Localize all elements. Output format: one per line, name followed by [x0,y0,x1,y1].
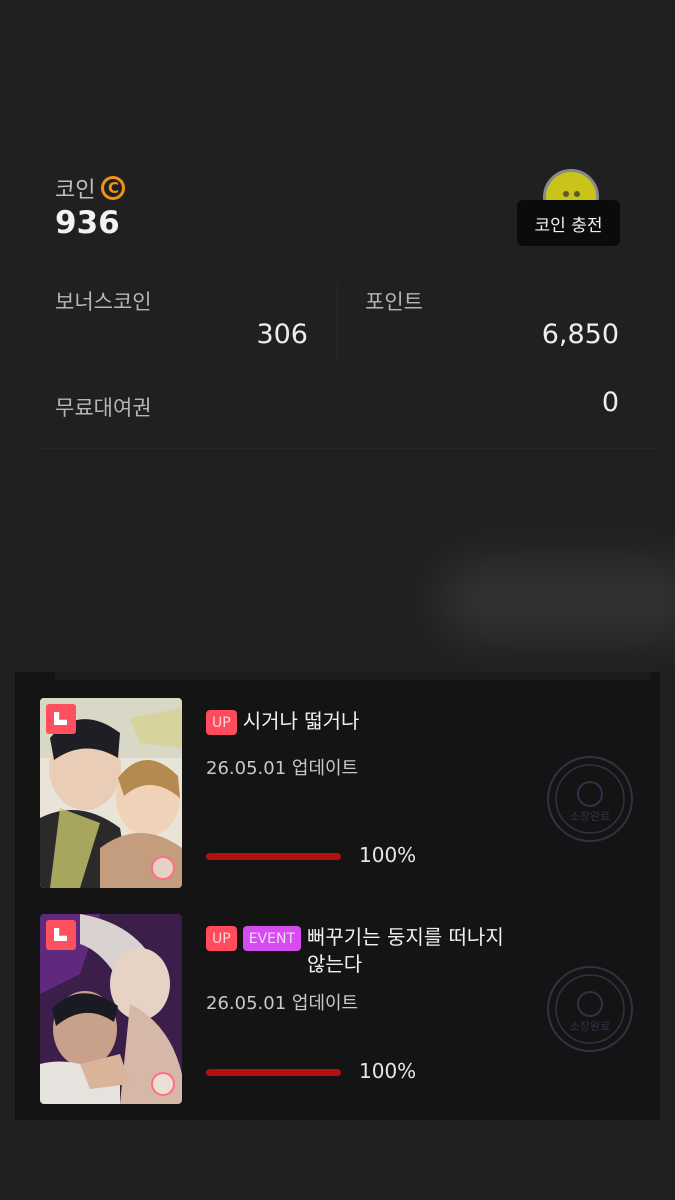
coin-charge-button[interactable]: 코인 충전 [517,200,620,246]
title-row: UP 시거나 떫거나 [206,708,531,735]
free-rental-label: 무료대여권 [55,396,152,420]
mascot-eye [563,191,569,197]
screen: 코인 C 936 코인 충전 보너스코인 306 포인트 6,850 무료대여권… [0,0,675,1200]
library-list: UP 시거나 떫거나 26.05.01 업데이트 100% 소장완료 UP EV… [15,672,660,1120]
bookmark-ribbon-icon [46,920,76,950]
bonus-coin-label: 보너스코인 [55,290,152,314]
update-date: 26.05.01 업데이트 [206,758,359,779]
coin-balance: 936 [55,205,120,241]
mascot-eye [574,191,580,197]
list-item[interactable]: UP 시거나 떫거나 26.05.01 업데이트 100% 소장완료 [15,672,660,888]
comic-title[interactable]: 뻐꾸기는 둥지를 떠나지 않는다 [307,924,507,978]
progress-percent: 100% [359,843,417,867]
bonus-coin-value: 306 [256,319,308,350]
divider [337,282,338,360]
select-checkbox[interactable] [151,856,175,880]
comic-title[interactable]: 시거나 떫거나 [243,708,360,735]
divider [40,448,660,449]
progress-percent: 100% [359,1059,417,1083]
free-rental-value: 0 [601,387,619,418]
coin-label: 코인 [55,178,96,203]
point-value: 6,850 [541,319,619,350]
copyright-coin-icon: C [101,176,126,200]
event-tag: EVENT [242,926,301,951]
blurred-overlay [440,560,675,640]
read-progress-bar [206,853,341,860]
up-tag: UP [206,926,237,951]
up-tag: UP [206,710,237,735]
comic-cover-thumbnail[interactable] [40,914,182,1104]
stamp-text: 소장완료 [570,810,610,823]
update-date: 26.05.01 업데이트 [206,993,359,1014]
comic-cover-thumbnail[interactable] [40,698,182,888]
point-label: 포인트 [365,290,423,314]
progress-fill [206,1069,341,1076]
list-item[interactable]: UP EVENT 뻐꾸기는 둥지를 떠나지 않는다 26.05.01 업데이트 … [15,888,660,1104]
stamp-text: 소장완료 [570,1020,610,1033]
coin-label-row: 코인 C [55,172,126,204]
progress-fill [206,853,341,860]
owned-stamp-icon: 소장완료 [547,966,633,1052]
bookmark-ribbon-icon [46,704,76,734]
select-checkbox[interactable] [151,1072,175,1096]
read-progress-bar [206,1069,341,1076]
owned-stamp-icon: 소장완료 [547,756,633,842]
title-row: UP EVENT 뻐꾸기는 둥지를 떠나지 않는다 [206,924,531,978]
